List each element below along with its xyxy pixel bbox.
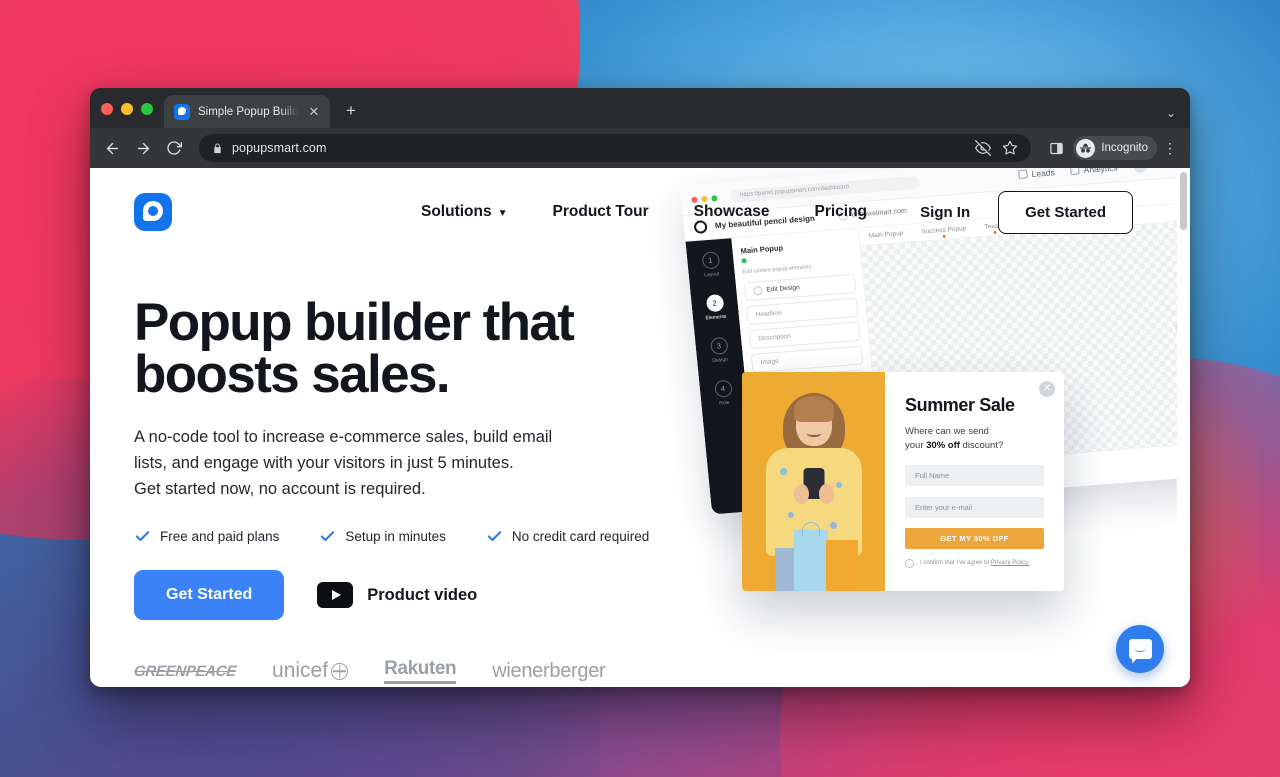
feature-label: No credit card required xyxy=(511,529,650,545)
logo-wienerberger: wienerberger xyxy=(492,659,606,682)
nav-item-solutions[interactable]: Solutions ▼ xyxy=(421,203,508,221)
page-title: Popup builder that boosts sales. xyxy=(134,296,654,405)
feature-item: Setup in minutes xyxy=(319,528,446,545)
feature-item: Free and paid plans xyxy=(134,528,279,545)
headline-line-2: boosts sales. xyxy=(134,345,451,405)
chevron-down-icon: ▼ xyxy=(497,207,508,219)
minimize-window-button[interactable] xyxy=(121,103,133,115)
nav-item-pricing[interactable]: Pricing xyxy=(814,203,867,221)
tab-title: Simple Popup Builder That Boo xyxy=(198,105,298,118)
hero-cta-row: Get Started Product video xyxy=(134,570,1190,621)
popupsmart-logo-icon xyxy=(174,103,190,120)
subtext-line-3: Get started now, no account is required. xyxy=(134,480,426,499)
hero-section: Popup builder that boosts sales. A no-co… xyxy=(90,256,1190,685)
close-window-button[interactable] xyxy=(101,103,113,115)
intercom-chat-icon xyxy=(1128,639,1152,659)
logo-rakuten: Rakuten xyxy=(384,658,457,685)
window-traffic-lights xyxy=(101,103,161,128)
sign-in-link[interactable]: Sign In xyxy=(920,204,970,221)
lock-icon xyxy=(214,142,221,153)
omnibox-actions xyxy=(975,140,1021,156)
nav-item-showcase[interactable]: Showcase xyxy=(694,203,770,221)
product-video-label: Product video xyxy=(367,585,478,604)
feature-label: Free and paid plans xyxy=(160,529,280,545)
browser-tab[interactable]: Simple Popup Builder That Boo ✕ xyxy=(164,95,330,128)
nav-item-product-tour[interactable]: Product Tour xyxy=(553,203,649,221)
check-icon xyxy=(135,531,150,542)
logo-unicef-text: unicef xyxy=(272,659,329,683)
browser-tab-strip: Simple Popup Builder That Boo ✕ + ⌄ xyxy=(90,88,1190,128)
subtext-line-1: A no-code tool to increase e-commerce sa… xyxy=(134,427,553,446)
hero-feature-list: Free and paid plans Setup in minutes No … xyxy=(134,528,1190,545)
site-header: Solutions ▼ Product Tour Showcase Pricin… xyxy=(90,168,1190,256)
feature-item: No credit card required xyxy=(486,528,649,545)
incognito-spy-icon xyxy=(1076,138,1096,158)
side-panel-icon[interactable] xyxy=(1042,134,1070,162)
nav-label: Solutions xyxy=(421,203,492,220)
hero-get-started-button[interactable]: Get Started xyxy=(134,570,285,621)
popupsmart-logo-icon[interactable] xyxy=(134,193,172,231)
logo-greenpeace: GREENPEACE xyxy=(133,662,237,680)
header-actions: Sign In Get Started xyxy=(920,190,1133,234)
headline-line-1: Popup builder that xyxy=(134,293,575,352)
get-started-button[interactable]: Get Started xyxy=(998,190,1133,234)
feature-label: Setup in minutes xyxy=(345,529,446,545)
incognito-badge[interactable]: Incognito xyxy=(1073,136,1157,160)
subtext-line-2: lists, and engage with your visitors in … xyxy=(134,454,514,472)
page-viewport: Solutions ▼ Product Tour Showcase Pricin… xyxy=(90,168,1190,687)
client-logo-strip: GREENPEACE unicef Rakuten wienerberger xyxy=(133,658,1190,685)
check-icon xyxy=(487,531,502,542)
close-icon[interactable]: ✕ xyxy=(306,104,322,120)
eye-slash-icon[interactable] xyxy=(975,140,992,156)
hero-subtext: A no-code tool to increase e-commerce sa… xyxy=(134,424,574,502)
kebab-menu-icon[interactable]: ⋮ xyxy=(1160,141,1180,155)
back-arrow-icon[interactable] xyxy=(98,134,126,162)
reload-icon[interactable] xyxy=(160,134,188,162)
logo-unicef: unicef xyxy=(272,659,349,683)
desktop-wallpaper: Simple Popup Builder That Boo ✕ + ⌄ popu… xyxy=(0,0,1280,777)
chevron-down-icon[interactable]: ⌄ xyxy=(1166,106,1176,120)
unicef-globe-icon xyxy=(331,662,349,680)
main-navigation: Solutions ▼ Product Tour Showcase Pricin… xyxy=(421,203,867,221)
incognito-label: Incognito xyxy=(1101,142,1148,154)
maximize-window-button[interactable] xyxy=(141,103,153,115)
url-text: popupsmart.com xyxy=(232,141,327,155)
browser-window: Simple Popup Builder That Boo ✕ + ⌄ popu… xyxy=(90,88,1190,687)
address-bar[interactable]: popupsmart.com xyxy=(199,134,1032,162)
check-icon xyxy=(321,531,335,542)
chat-widget-button[interactable] xyxy=(1116,625,1164,673)
browser-toolbar: popupsmart.com Incognito ⋮ xyxy=(90,128,1190,168)
page-scrollbar[interactable] xyxy=(1177,168,1190,687)
star-icon[interactable] xyxy=(1002,140,1018,156)
scrollbar-thumb[interactable] xyxy=(1180,172,1187,230)
plus-icon[interactable]: + xyxy=(337,97,365,125)
youtube-play-icon xyxy=(317,582,354,609)
product-video-link[interactable]: Product video xyxy=(317,582,478,609)
forward-arrow-icon[interactable] xyxy=(129,134,157,162)
